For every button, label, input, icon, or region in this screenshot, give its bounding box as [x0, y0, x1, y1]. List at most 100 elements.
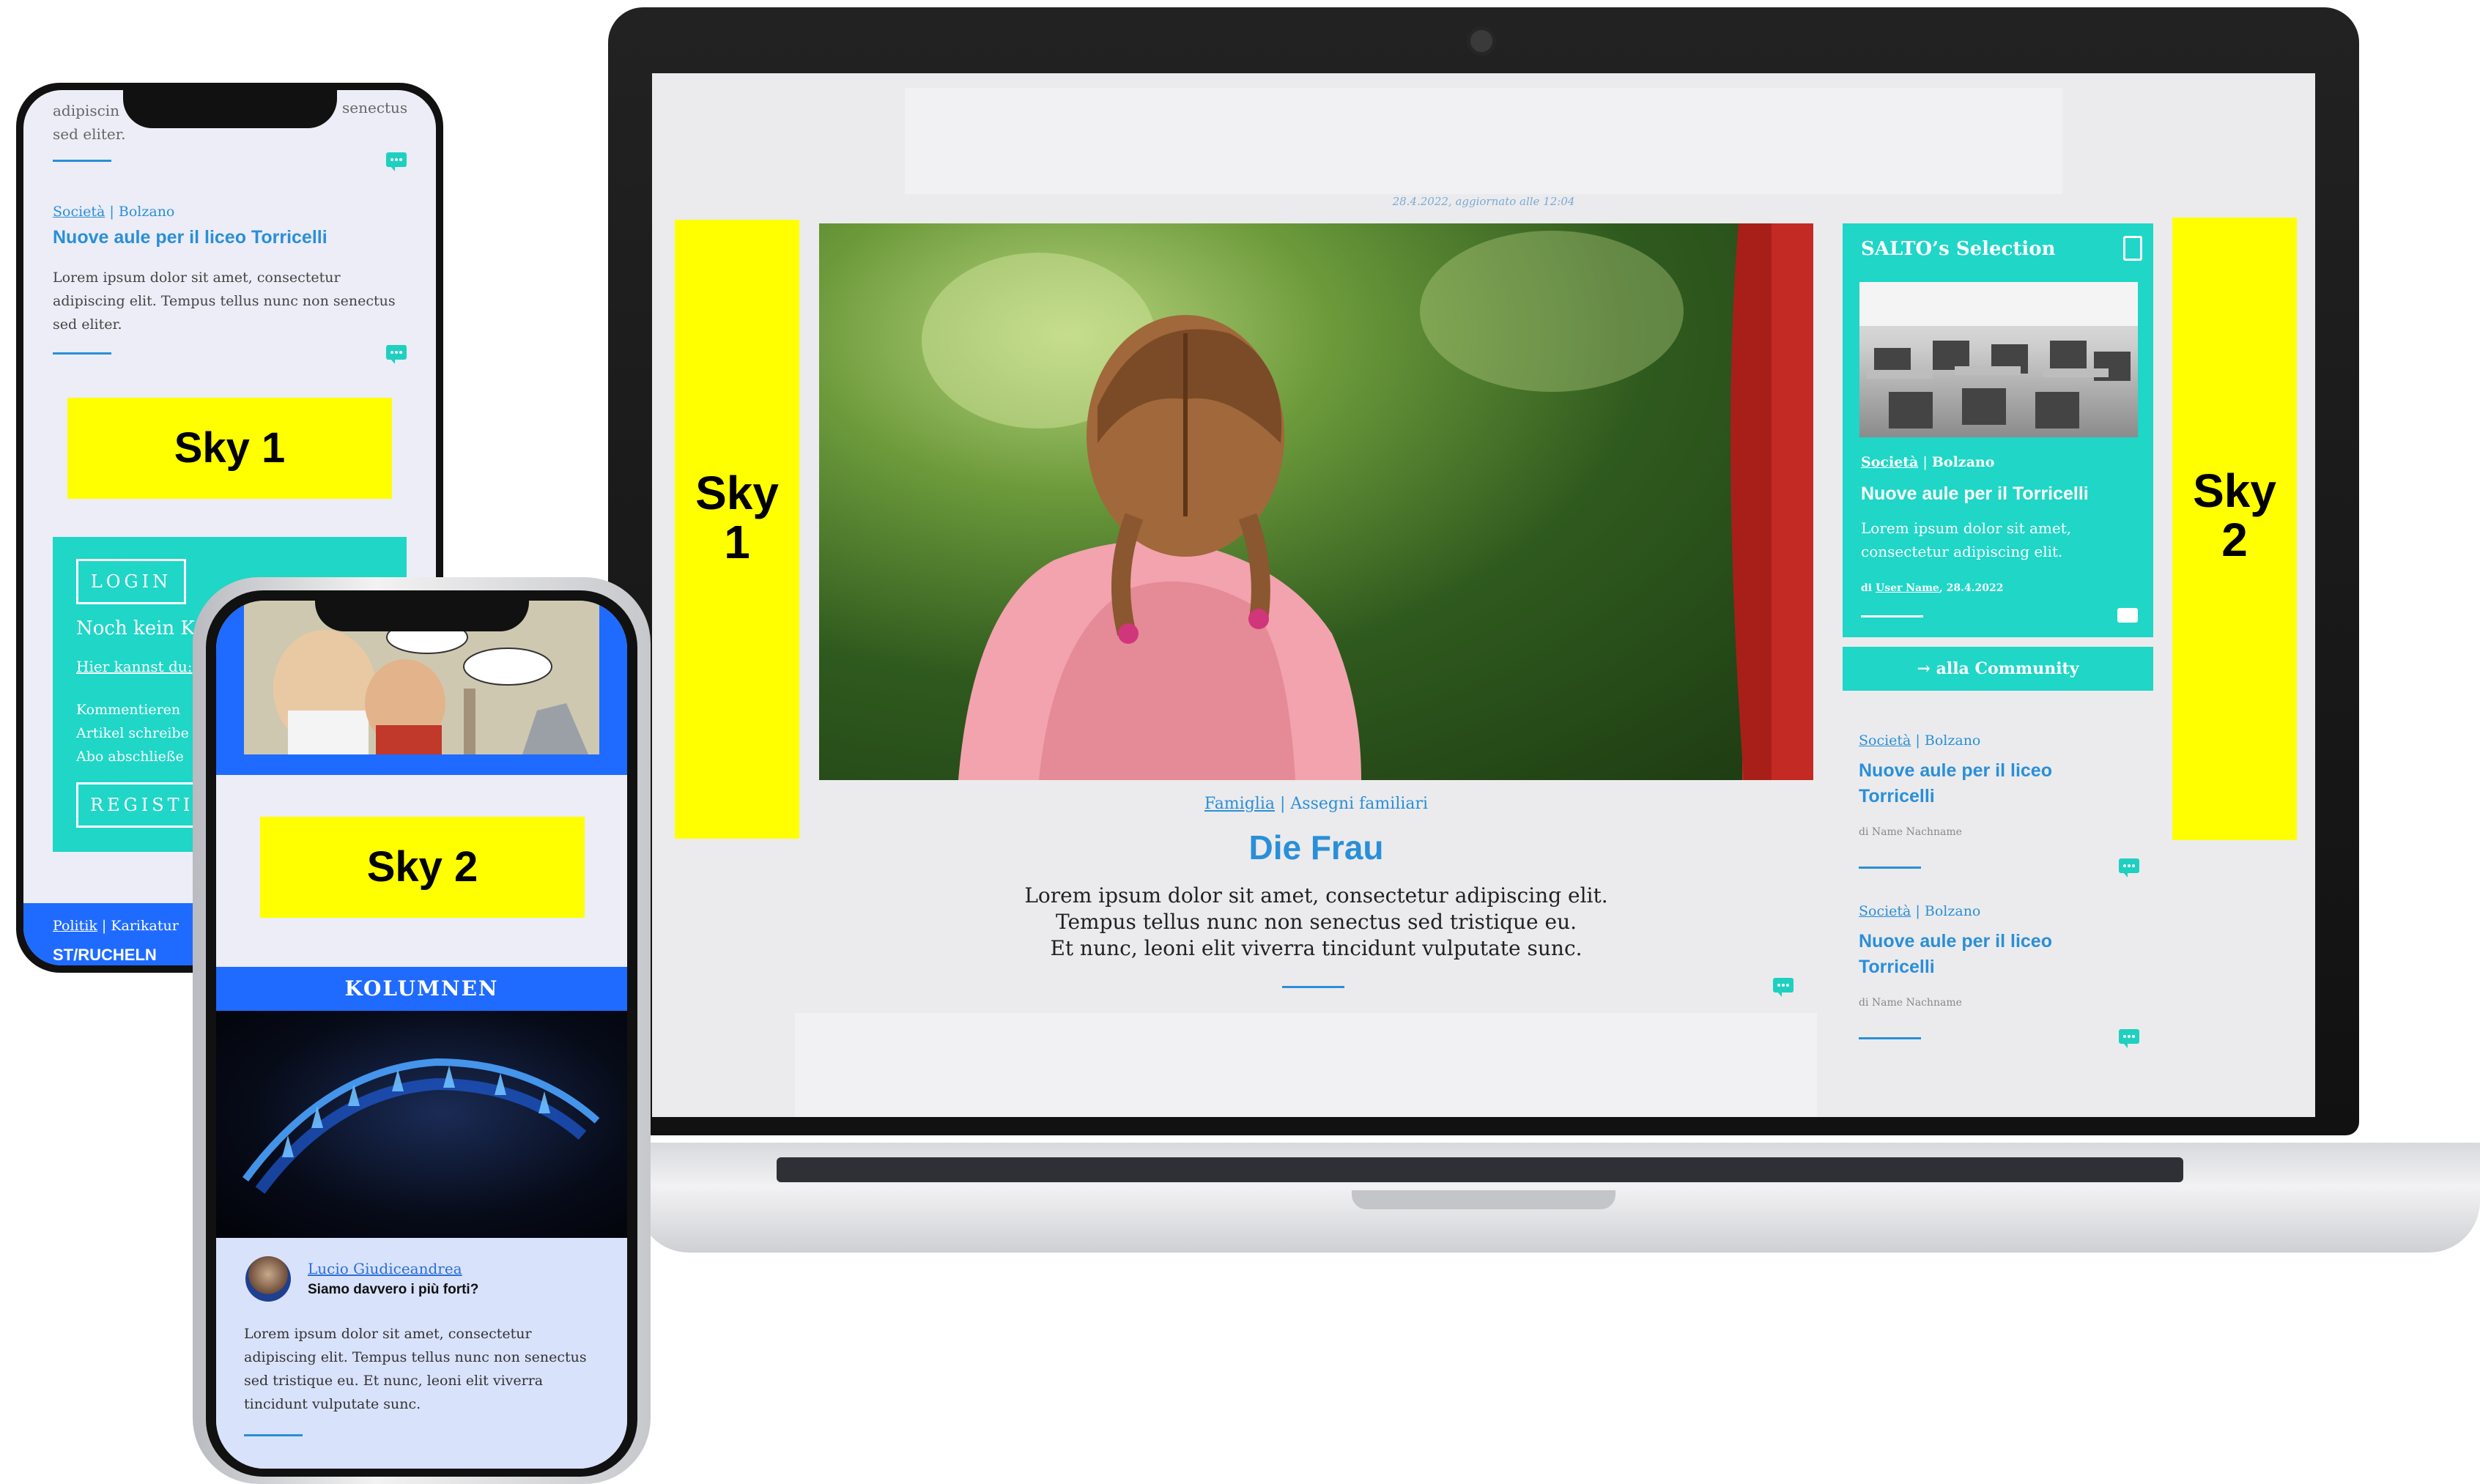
phone-1-teaser-2: adipiscing elit. Tempus tellus nunc non … [53, 293, 396, 309]
selection-category[interactable]: Società [1861, 454, 1918, 470]
side-2-place: Bolzano [1924, 903, 1981, 919]
main-article-image[interactable] [819, 223, 1813, 780]
sky-1-label-a: Sky [695, 467, 779, 519]
bookmark-icon[interactable] [2123, 236, 2142, 261]
sky-2-label-b: 2 [2221, 513, 2248, 567]
phone-2-screen: Sky 2 KOLUMNEN Lucio Giudiceandrea Siamo… [216, 601, 627, 1469]
selection-title: SALTO’s Selection [1861, 238, 2056, 260]
benefit-2: Artikel schreibe [76, 725, 189, 741]
side-1-byline: di Name Nachname [1859, 826, 1962, 838]
selection-teaser-1: Lorem ipsum dolor sit amet, [1861, 519, 2072, 537]
teaser-line-2: Tempus tellus nunc non senectus sed tris… [1055, 910, 1577, 934]
side-1-headline[interactable]: Nuove aule per il liceo Torricelli [1859, 758, 2052, 809]
byline-date: 28.4.2022 [1946, 582, 2004, 594]
phone-1-divider-1 [53, 160, 111, 162]
separator: | [105, 204, 119, 220]
phone-1-teaser-1: Lorem ipsum dolor sit amet, consectetur [53, 270, 341, 286]
footer-category[interactable]: Politik [53, 918, 97, 934]
top-text-line-1: adipiscin [53, 102, 120, 119]
side-1-headline-1: Nuove aule per il liceo [1859, 760, 2052, 781]
selection-comment-icon[interactable] [2117, 608, 2138, 623]
byline-user[interactable]: User Name [1876, 582, 1939, 594]
selection-teaser: Lorem ipsum dolor sit amet, consectetur … [1861, 516, 2071, 563]
phone-1-teaser-3: sed eliter. [53, 316, 122, 333]
gas-flame-image[interactable] [216, 1011, 627, 1238]
comment-icon[interactable] [1773, 978, 1794, 997]
no-account-text: Noch kein Ko [76, 617, 206, 639]
here-link[interactable]: Hier kannst du: [76, 658, 192, 675]
phone-1-headline[interactable]: Nuove aule per il liceo Torricelli [53, 227, 327, 248]
byline-prefix: di [1861, 582, 1873, 594]
article-divider [1282, 986, 1344, 988]
classroom-image[interactable] [1859, 282, 2138, 437]
footer-subcategory: Karikatur [111, 918, 179, 934]
phone-1-notch [123, 90, 337, 128]
author-teaser-3: sed tristique eu. Et nunc, leoni elit vi… [244, 1373, 544, 1389]
side-1-divider [1859, 867, 1921, 869]
sky-1-ad[interactable]: Sky 1 [675, 220, 799, 839]
author-name[interactable]: Lucio Giudiceandrea [308, 1260, 462, 1277]
subcategory-label[interactable]: Assegni familiari [1290, 795, 1428, 813]
phone-2-sky-ad[interactable]: Sky 2 [260, 817, 585, 918]
benefit-3: Abo abschließe [76, 749, 184, 765]
selection-teaser-2: consectetur adipiscing elit. [1861, 543, 2063, 560]
sky-2-ad[interactable]: Sky 2 [2172, 218, 2297, 840]
laptop-keyboard [777, 1157, 2183, 1182]
selection-divider [1861, 615, 1923, 617]
phone-1-top-text: adipiscin sed eliter. [53, 99, 125, 146]
teaser-line-3: Et nunc, leoni elit viverra tincidunt vu… [1050, 936, 1583, 960]
phone-1-place: Bolzano [118, 204, 175, 220]
kolumnen-header: KOLUMNEN [216, 967, 627, 1011]
sky-1-label-b: 1 [724, 516, 750, 569]
top-banner-placeholder [905, 88, 2062, 194]
selection-headline[interactable]: Nuove aule per il Torricelli [1861, 483, 2089, 505]
side-1-place: Bolzano [1924, 732, 1981, 749]
laptop-screen: 28.4.2022, aggiornato alle 12:04 Sky 1 F… [652, 73, 2315, 1117]
side-2-byline: di Name Nachname [1859, 997, 1962, 1009]
author-teaser: Lorem ipsum dolor sit amet, consectetur … [244, 1322, 587, 1416]
phone-1-sky-ad[interactable]: Sky 1 [67, 398, 392, 499]
category-link[interactable]: Famiglia [1204, 795, 1275, 813]
separator: | [1911, 903, 1925, 919]
phone-2-notch [315, 590, 529, 631]
byline-comma: , [1939, 582, 1947, 594]
benefit-1: Kommentieren [76, 702, 181, 718]
author-teaser-1: Lorem ipsum dolor sit amet, consectetur [244, 1326, 532, 1342]
gas-flame-photo [242, 1058, 600, 1194]
classroom-photo [1859, 282, 2138, 428]
top-text-right: senectus [342, 99, 408, 116]
teaser-line-1: Lorem ipsum dolor sit amet, consectetur … [1024, 883, 1608, 908]
bottom-banner-placeholder [795, 1013, 1817, 1117]
phone-1-teaser: Lorem ipsum dolor sit amet, consectetur … [53, 266, 396, 336]
side-2-headline-2: Torricelli [1859, 957, 1935, 977]
side-2-comment-icon[interactable] [2119, 1029, 2139, 1048]
benefits-list: Kommentieren Artikel schreibe Abo abschl… [76, 698, 189, 768]
main-article-teaser: Lorem ipsum dolor sit amet, consectetur … [819, 883, 1813, 962]
laptop-notch [1352, 1190, 1615, 1209]
separator: | [97, 918, 111, 934]
author-divider [244, 1434, 303, 1436]
phone-1-category[interactable]: Società [53, 204, 105, 220]
side-1-category[interactable]: Società [1859, 732, 1911, 749]
phone-1-comment-icon-1[interactable] [386, 152, 407, 171]
side-2-headline-1: Nuove aule per il liceo [1859, 931, 2052, 951]
footer-partial-title: ST/RUCHELN [53, 946, 157, 964]
dateline: 28.4.2022, aggiornato alle 12:04 [1392, 195, 1575, 208]
author-headline[interactable]: Siamo davvero i più forti? [308, 1282, 478, 1298]
author-avatar[interactable] [245, 1256, 291, 1302]
side-1-comment-icon[interactable] [2119, 858, 2139, 878]
separator: | [1922, 454, 1932, 470]
main-article-title[interactable]: Die Frau [819, 828, 1813, 867]
top-text-line-2: sed eliter. [53, 125, 126, 143]
side-2-category[interactable]: Società [1859, 903, 1911, 919]
author-teaser-2: adipiscing elit. Tempus tellus nunc non … [244, 1349, 587, 1365]
side-2-headline[interactable]: Nuove aule per il liceo Torricelli [1859, 929, 2052, 980]
login-button[interactable]: LOGIN [76, 559, 186, 604]
community-button-label: alla Community [1936, 659, 2079, 678]
separator: | [1911, 732, 1925, 749]
community-button[interactable]: → alla Community [1843, 647, 2153, 691]
author-teaser-4: tincidunt vulputate sunc. [244, 1396, 421, 1412]
category-separator: | [1279, 795, 1291, 813]
phone-1-comment-icon-2[interactable] [386, 345, 407, 364]
side-2-divider [1859, 1037, 1921, 1039]
